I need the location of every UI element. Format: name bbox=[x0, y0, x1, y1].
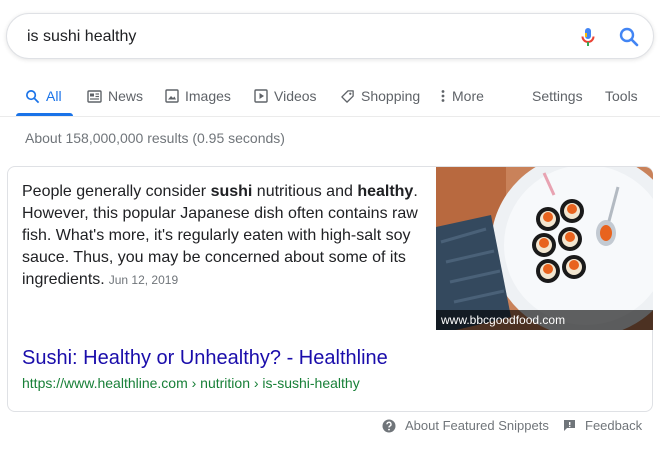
tools-link[interactable]: Tools bbox=[605, 84, 638, 108]
tab-label: All bbox=[46, 88, 62, 104]
news-icon bbox=[87, 89, 102, 103]
snippet-footer: About Featured Snippets Feedback bbox=[0, 416, 660, 438]
tab-news[interactable]: News bbox=[87, 84, 143, 108]
result-stats: About 158,000,000 results (0.95 seconds) bbox=[25, 130, 285, 146]
more-vertical-icon bbox=[441, 90, 445, 102]
search-icon bbox=[26, 89, 40, 103]
snippet-bold-term: healthy bbox=[357, 183, 414, 200]
tab-more[interactable]: More bbox=[440, 84, 484, 108]
image-icon bbox=[165, 89, 179, 103]
tab-label: Videos bbox=[274, 88, 317, 104]
search-icon[interactable] bbox=[617, 25, 641, 49]
about-featured-snippets-link[interactable]: About Featured Snippets bbox=[382, 418, 549, 433]
tab-label: More bbox=[452, 88, 484, 104]
search-bar[interactable] bbox=[6, 13, 654, 59]
microphone-icon[interactable] bbox=[576, 25, 600, 49]
snippet-text-part: nutritious and bbox=[252, 183, 358, 200]
result-title-link[interactable]: Sushi: Healthy or Unhealthy? - Healthlin… bbox=[22, 347, 388, 370]
settings-link[interactable]: Settings bbox=[532, 84, 583, 108]
tab-shopping[interactable]: Shopping bbox=[340, 84, 420, 108]
tag-icon bbox=[341, 89, 354, 103]
tab-label: Shopping bbox=[361, 88, 421, 104]
snippet-text: People generally consider sushi nutritio… bbox=[22, 181, 424, 291]
feedback-icon bbox=[564, 420, 575, 431]
tabs-divider bbox=[0, 116, 660, 117]
result-url[interactable]: https://www.healthline.com › nutrition ›… bbox=[22, 375, 360, 391]
footer-label: Feedback bbox=[585, 418, 643, 433]
footer-label: About Featured Snippets bbox=[405, 418, 549, 433]
tab-images[interactable]: Images bbox=[165, 84, 231, 108]
play-icon bbox=[254, 89, 268, 103]
search-tabs: All News Images Videos Shopping More Set… bbox=[0, 80, 660, 116]
help-icon bbox=[382, 419, 396, 432]
tab-label: News bbox=[108, 88, 144, 104]
tab-all[interactable]: All bbox=[25, 84, 62, 108]
tab-label: Images bbox=[185, 88, 231, 104]
snippet-text-part: People generally consider bbox=[22, 183, 211, 200]
featured-snippet: People generally consider sushi nutritio… bbox=[7, 166, 653, 412]
snippet-image[interactable]: www.bbcgoodfood.com bbox=[436, 167, 653, 330]
tab-videos[interactable]: Videos bbox=[254, 84, 317, 108]
image-source-caption: www.bbcgoodfood.com bbox=[436, 310, 653, 330]
feedback-link[interactable]: Feedback bbox=[563, 418, 642, 433]
snippet-date: Jun 12, 2019 bbox=[108, 273, 179, 287]
sushi-plate-image bbox=[436, 167, 653, 330]
snippet-bold-term: sushi bbox=[210, 183, 253, 200]
search-input[interactable] bbox=[27, 26, 547, 48]
